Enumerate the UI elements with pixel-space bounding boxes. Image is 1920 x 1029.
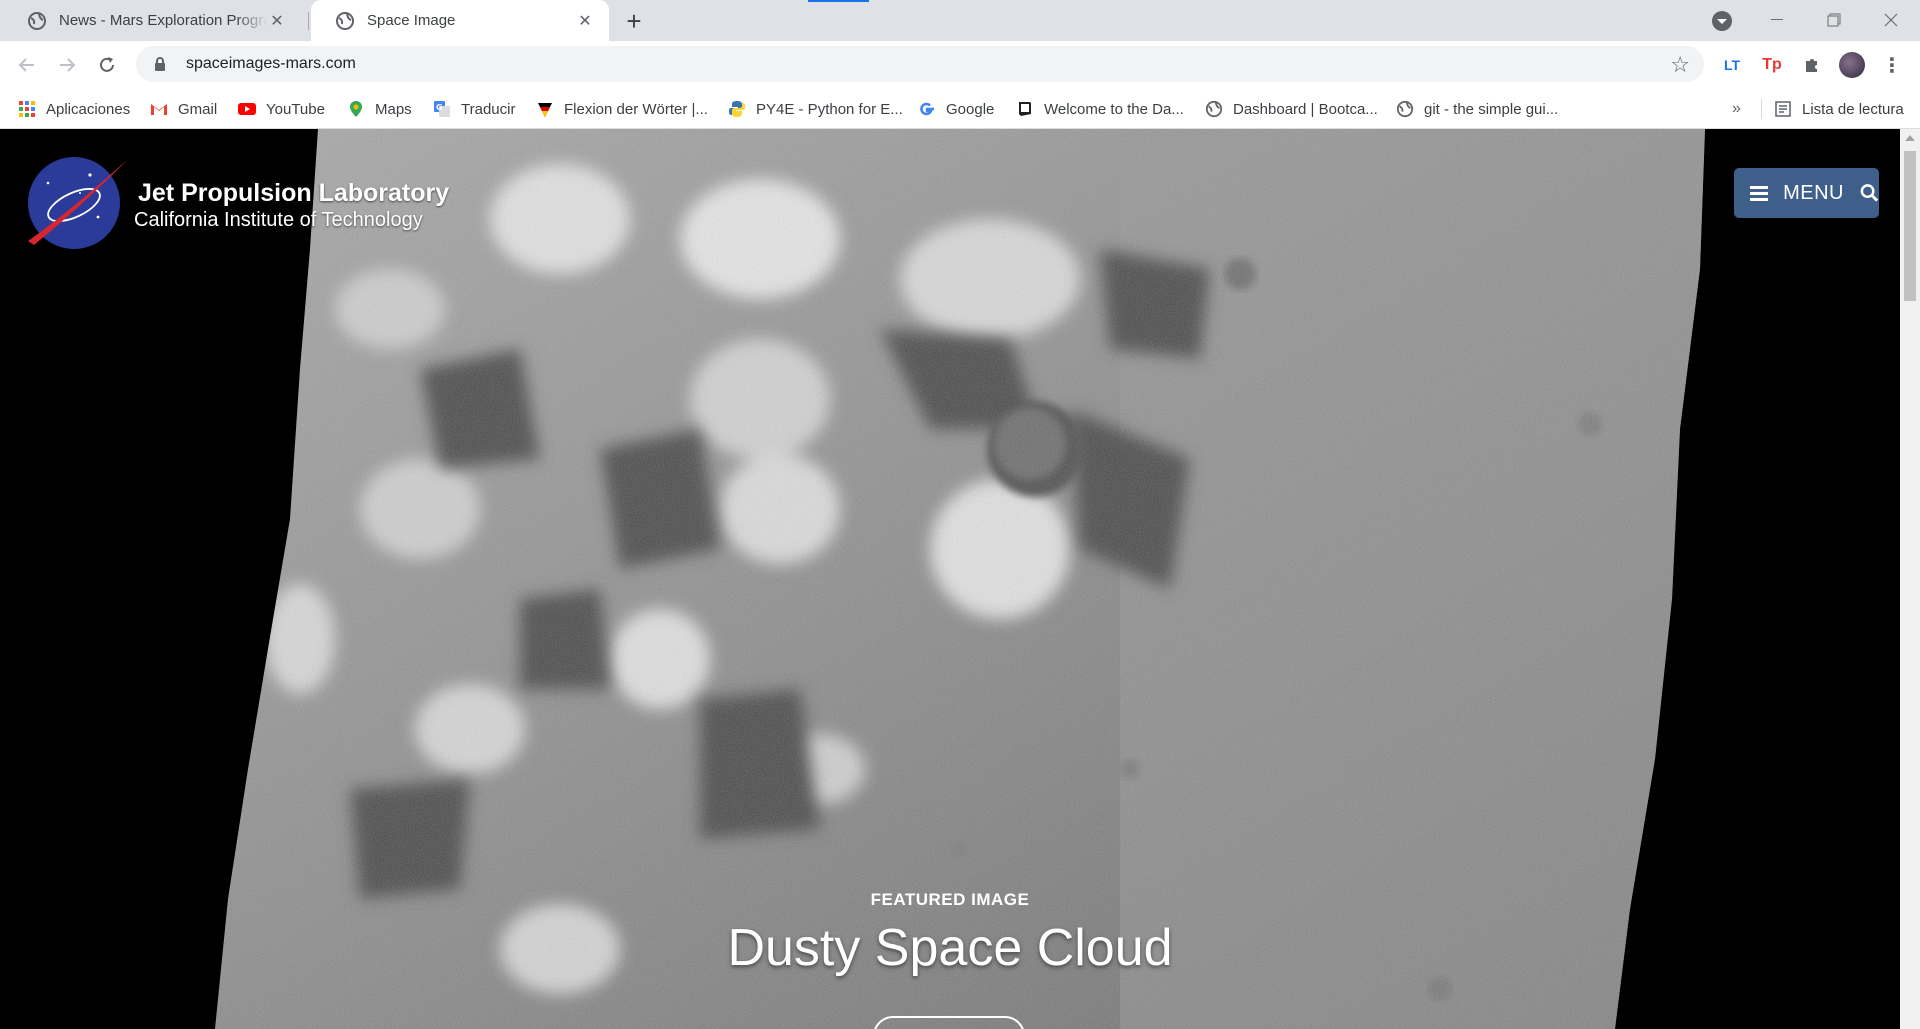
extensions-puzzle-icon[interactable] [1799, 52, 1825, 78]
menu-label: MENU [1783, 181, 1844, 204]
bookmark-label: Dashboard | Bootca... [1233, 100, 1378, 118]
globe-icon [336, 11, 354, 30]
scroll-up-arrow-icon[interactable] [1905, 135, 1915, 141]
bookmarks-overflow-button[interactable]: » [1732, 89, 1741, 129]
tab-space-image[interactable]: Space Image ✕ [311, 0, 609, 41]
bookmark-youtube[interactable]: YouTube [238, 89, 325, 129]
flexion-icon [538, 103, 552, 117]
profile-avatar[interactable] [1839, 52, 1865, 78]
bookmarks-divider [1761, 99, 1762, 119]
globe-icon [28, 11, 46, 30]
bookmark-label: Maps [375, 100, 412, 118]
bookmark-py4e[interactable]: PY4E - Python for E... [728, 89, 903, 129]
bookmark-traducir[interactable]: G Traducir [433, 89, 515, 129]
tab-mars-news[interactable]: News - Mars Exploration Program ✕ [3, 0, 301, 41]
browser-toolbar: spaceimages-mars.com ☆ LT Tp ⋮ [0, 41, 1920, 89]
tab-separator [308, 12, 309, 30]
bookmark-star-icon[interactable]: ☆ [1670, 52, 1690, 78]
webpage-viewport: Jet Propulsion Laboratory California Ins… [0, 129, 1900, 1029]
bookmark-label: PY4E - Python for E... [756, 100, 903, 118]
bookmark-google[interactable]: Google [918, 89, 994, 129]
brand-name[interactable]: Jet Propulsion Laboratory [138, 179, 449, 208]
restore-icon [1827, 13, 1841, 27]
bookmark-aplicaciones[interactable]: Aplicaciones [18, 89, 130, 129]
globe-icon [1396, 100, 1414, 118]
globe-icon [1205, 100, 1223, 118]
arrow-right-icon [60, 58, 76, 72]
close-icon [1884, 13, 1898, 27]
address-bar[interactable]: spaceimages-mars.com ☆ [136, 46, 1704, 82]
close-icon[interactable]: ✕ [575, 11, 595, 31]
reading-list-button[interactable]: Lista de lectura [1774, 89, 1904, 129]
tab-title: News - Mars Exploration Program [59, 12, 267, 29]
bookmark-label: Welcome to the Da... [1044, 100, 1184, 118]
maps-pin-icon [350, 101, 362, 117]
tab-search-icon[interactable] [1712, 11, 1732, 31]
arrow-left-icon [18, 58, 34, 72]
new-tab-button[interactable]: + [620, 6, 648, 36]
forward-button[interactable] [52, 50, 82, 80]
reading-list-icon [1775, 101, 1791, 117]
tp-extension-icon[interactable]: Tp [1759, 52, 1785, 78]
reload-icon [100, 57, 114, 72]
puzzle-icon [1806, 59, 1817, 72]
tab-title: Space Image [367, 12, 456, 29]
youtube-icon [238, 103, 256, 115]
tab-strip: News - Mars Exploration Program ✕ Space … [0, 0, 1920, 41]
lock-icon[interactable] [152, 56, 168, 72]
tab-accent-bar [808, 0, 869, 2]
translate-icon: G [434, 101, 450, 117]
restore-button[interactable] [1814, 4, 1854, 36]
close-icon[interactable]: ✕ [267, 11, 287, 31]
nasa-meatball-logo-icon[interactable] [28, 153, 128, 249]
brand-subtitle: California Institute of Technology [134, 209, 423, 231]
reading-list-label: Lista de lectura [1802, 100, 1904, 118]
menu-button[interactable]: MENU [1734, 168, 1879, 218]
bookmark-label: Gmail [178, 100, 218, 118]
window-close-button[interactable] [1871, 4, 1911, 36]
url-text[interactable]: spaceimages-mars.com [186, 55, 356, 73]
hamburger-icon [1750, 186, 1768, 201]
featured-image-button[interactable] [873, 1016, 1025, 1029]
scrollbar-thumb[interactable] [1904, 151, 1916, 301]
bookmark-flexion[interactable]: Flexion der Wörter |... [536, 89, 708, 129]
google-icon [920, 102, 934, 116]
page-scrollbar[interactable] [1900, 129, 1920, 1029]
bookmark-dashboard[interactable]: Dashboard | Bootca... [1205, 89, 1378, 129]
featured-image-kicker: FEATURED IMAGE [870, 890, 1030, 909]
python-icon [729, 101, 745, 117]
featured-image-title: Dusty Space Cloud [727, 919, 1173, 977]
book-icon [1019, 102, 1031, 116]
bookmark-label: Flexion der Wörter |... [564, 100, 708, 118]
apps-grid-icon [19, 101, 35, 117]
bookmarks-bar: Aplicaciones Gmail YouTube Maps G Traduc… [0, 89, 1920, 129]
bookmark-label: Aplicaciones [46, 100, 131, 118]
minimize-button[interactable] [1757, 4, 1797, 36]
svg-text:G: G [436, 103, 443, 112]
bookmark-label: Google [946, 100, 995, 118]
bookmark-welcome[interactable]: Welcome to the Da... [1016, 89, 1184, 129]
search-icon[interactable] [1860, 183, 1879, 203]
reload-button[interactable] [92, 50, 122, 80]
bookmark-git[interactable]: git - the simple gui... [1396, 89, 1558, 129]
kebab-menu-icon[interactable]: ⋮ [1879, 52, 1905, 78]
back-button[interactable] [12, 50, 42, 80]
minimize-icon [1771, 19, 1783, 20]
bookmark-maps[interactable]: Maps [347, 89, 412, 129]
languagetool-extension-icon[interactable]: LT [1719, 52, 1745, 78]
bookmark-label: git - the simple gui... [1424, 100, 1559, 118]
bookmark-label: YouTube [266, 100, 325, 118]
bookmark-label: Traducir [461, 100, 516, 118]
gmail-icon [151, 104, 167, 115]
bookmark-gmail[interactable]: Gmail [150, 89, 217, 129]
